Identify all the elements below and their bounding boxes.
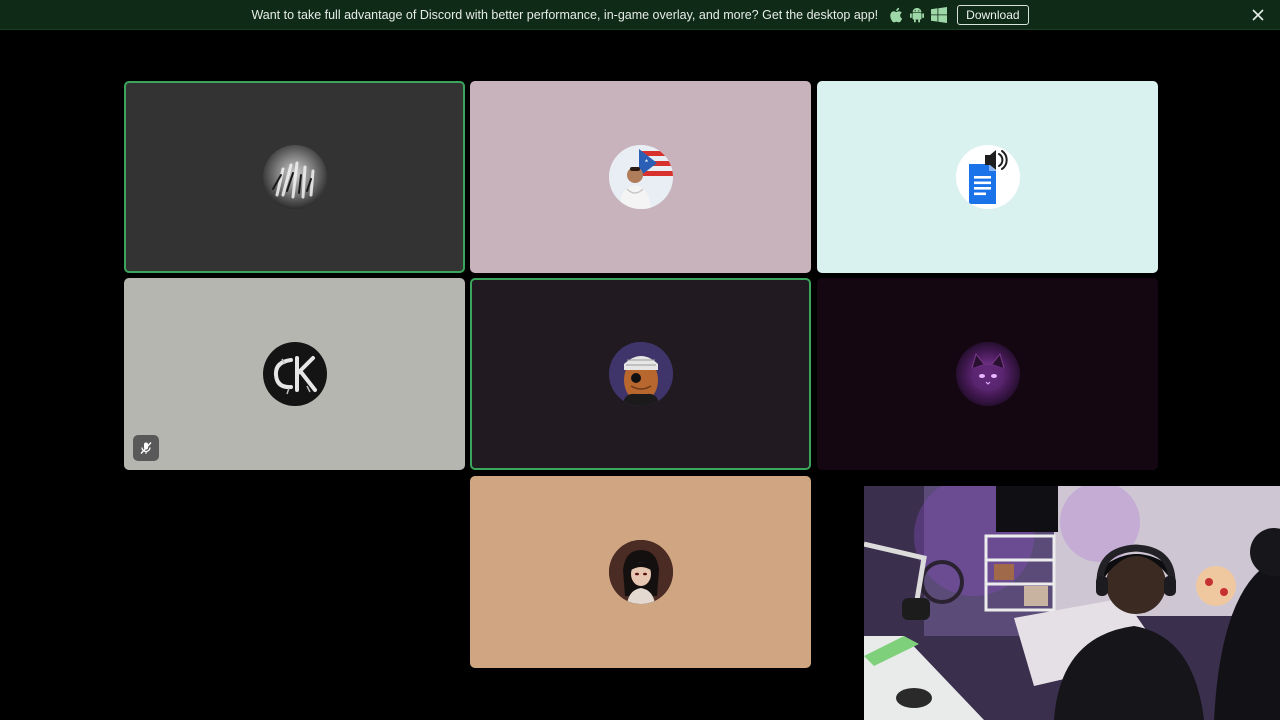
muted-icon	[133, 435, 159, 461]
apple-icon	[888, 7, 904, 23]
ck-logo-avatar	[262, 342, 327, 406]
participant-tile-4[interactable]	[124, 278, 465, 470]
download-button[interactable]: Download	[957, 4, 1029, 25]
windows-icon	[930, 6, 948, 23]
banner-message: Want to take full advantage of Discord w…	[251, 7, 879, 22]
participant-tile-7[interactable]	[470, 476, 811, 668]
participant-tile-5[interactable]	[470, 278, 811, 470]
participant-tile-2[interactable]	[470, 81, 811, 273]
masked-ninja-avatar	[608, 342, 673, 406]
close-icon[interactable]	[1250, 7, 1266, 23]
flag-avatar	[608, 145, 673, 209]
desktop-app-banner: Want to take full advantage of Discord w…	[0, 0, 1280, 30]
hands-avatar	[262, 145, 327, 209]
participant-tile-1[interactable]	[124, 81, 465, 273]
participant-tile-6[interactable]	[817, 278, 1158, 470]
android-icon	[909, 7, 925, 23]
participant-tile-3[interactable]	[817, 81, 1158, 273]
anime-character-avatar	[608, 540, 673, 604]
purple-cat-avatar	[955, 342, 1020, 406]
streamer-webcam-overlay	[864, 486, 1280, 720]
document-speaker-avatar	[955, 145, 1020, 209]
